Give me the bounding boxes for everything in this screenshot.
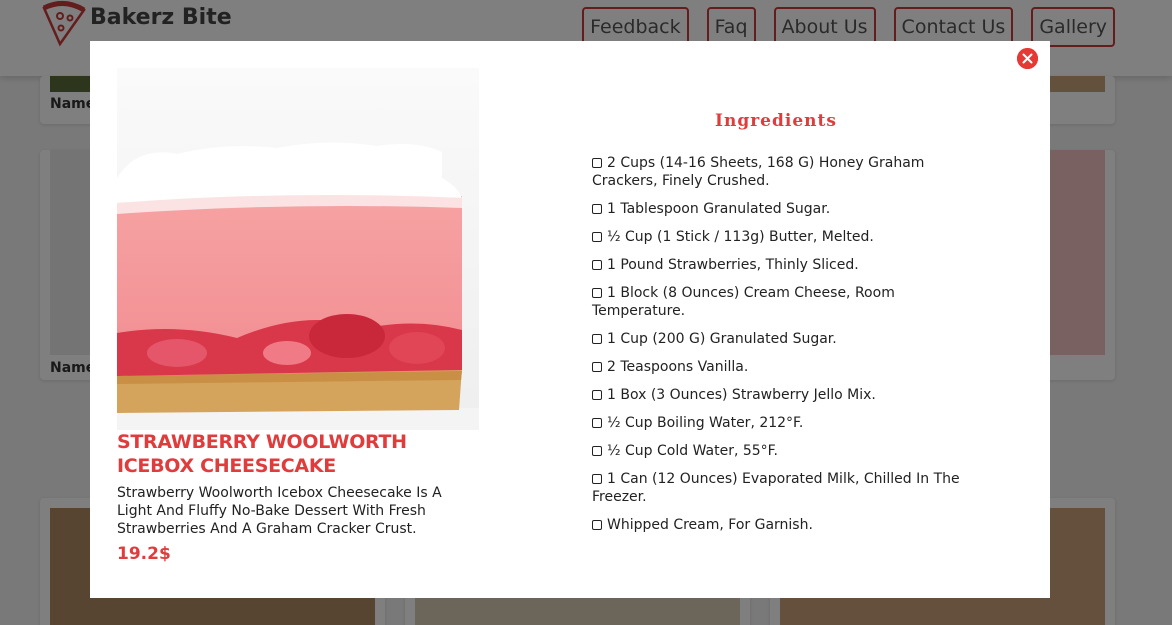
ingredient-text: Whipped Cream, For Garnish. (607, 517, 813, 533)
ingredient-item: ½ Cup (1 Stick / 113g) Butter, Melted. (592, 228, 972, 246)
ingredients-list: 2 Cups (14-16 Sheets, 168 G) Honey Graha… (592, 154, 972, 544)
checkbox-icon[interactable] (592, 158, 602, 168)
close-button[interactable] (1017, 48, 1038, 69)
ingredient-item: ½ Cup Boiling Water, 212°F. (592, 414, 972, 432)
ingredient-item: 2 Cups (14-16 Sheets, 168 G) Honey Graha… (592, 154, 972, 190)
ingredient-item: Whipped Cream, For Garnish. (592, 516, 972, 534)
ingredient-text: 1 Pound Strawberries, Thinly Sliced. (607, 257, 859, 273)
ingredient-text: ½ Cup (1 Stick / 113g) Butter, Melted. (607, 229, 874, 245)
ingredients-heading: Ingredients (715, 111, 837, 131)
ingredient-item: 1 Cup (200 G) Granulated Sugar. (592, 330, 972, 348)
product-modal: Strawberry Woolworth Icebox Cheesecake S… (90, 41, 1050, 598)
product-price: 19.2$ (117, 544, 171, 564)
checkbox-icon[interactable] (592, 260, 602, 270)
ingredient-text: 1 Block (8 Ounces) Cream Cheese, Room Te… (592, 285, 895, 319)
product-description: Strawberry Woolworth Icebox Cheesecake I… (117, 485, 442, 537)
ingredient-item: 2 Teaspoons Vanilla. (592, 358, 972, 376)
ingredient-item: 1 Block (8 Ounces) Cream Cheese, Room Te… (592, 284, 972, 320)
ingredient-item: 1 Can (12 Ounces) Evaporated Milk, Chill… (592, 470, 972, 506)
checkbox-icon[interactable] (592, 520, 602, 530)
checkbox-icon[interactable] (592, 390, 602, 400)
ingredient-text: 1 Box (3 Ounces) Strawberry Jello Mix. (607, 387, 876, 403)
checkbox-icon[interactable] (592, 362, 602, 372)
ingredient-text: ½ Cup Boiling Water, 212°F. (607, 415, 804, 431)
ingredient-item: 1 Pound Strawberries, Thinly Sliced. (592, 256, 972, 274)
checkbox-icon[interactable] (592, 446, 602, 456)
ingredient-text: 1 Can (12 Ounces) Evaporated Milk, Chill… (592, 471, 960, 505)
ingredient-text: ½ Cup Cold Water, 55°F. (607, 443, 778, 459)
ingredient-text: 1 Tablespoon Granulated Sugar. (607, 201, 831, 217)
ingredient-item: 1 Box (3 Ounces) Strawberry Jello Mix. (592, 386, 972, 404)
checkbox-icon[interactable] (592, 474, 602, 484)
checkbox-icon[interactable] (592, 334, 602, 344)
checkbox-icon[interactable] (592, 418, 602, 428)
close-icon (1017, 48, 1038, 69)
checkbox-icon[interactable] (592, 288, 602, 298)
ingredient-item: 1 Tablespoon Granulated Sugar. (592, 200, 972, 218)
checkbox-icon[interactable] (592, 204, 602, 214)
ingredient-text: 1 Cup (200 G) Granulated Sugar. (607, 331, 837, 347)
product-title: Strawberry Woolworth Icebox Cheesecake (117, 431, 407, 477)
ingredient-text: 2 Teaspoons Vanilla. (607, 359, 749, 375)
checkbox-icon[interactable] (592, 232, 602, 242)
ingredient-text: 2 Cups (14-16 Sheets, 168 G) Honey Graha… (592, 155, 925, 189)
product-image (117, 68, 479, 430)
ingredient-item: ½ Cup Cold Water, 55°F. (592, 442, 972, 460)
